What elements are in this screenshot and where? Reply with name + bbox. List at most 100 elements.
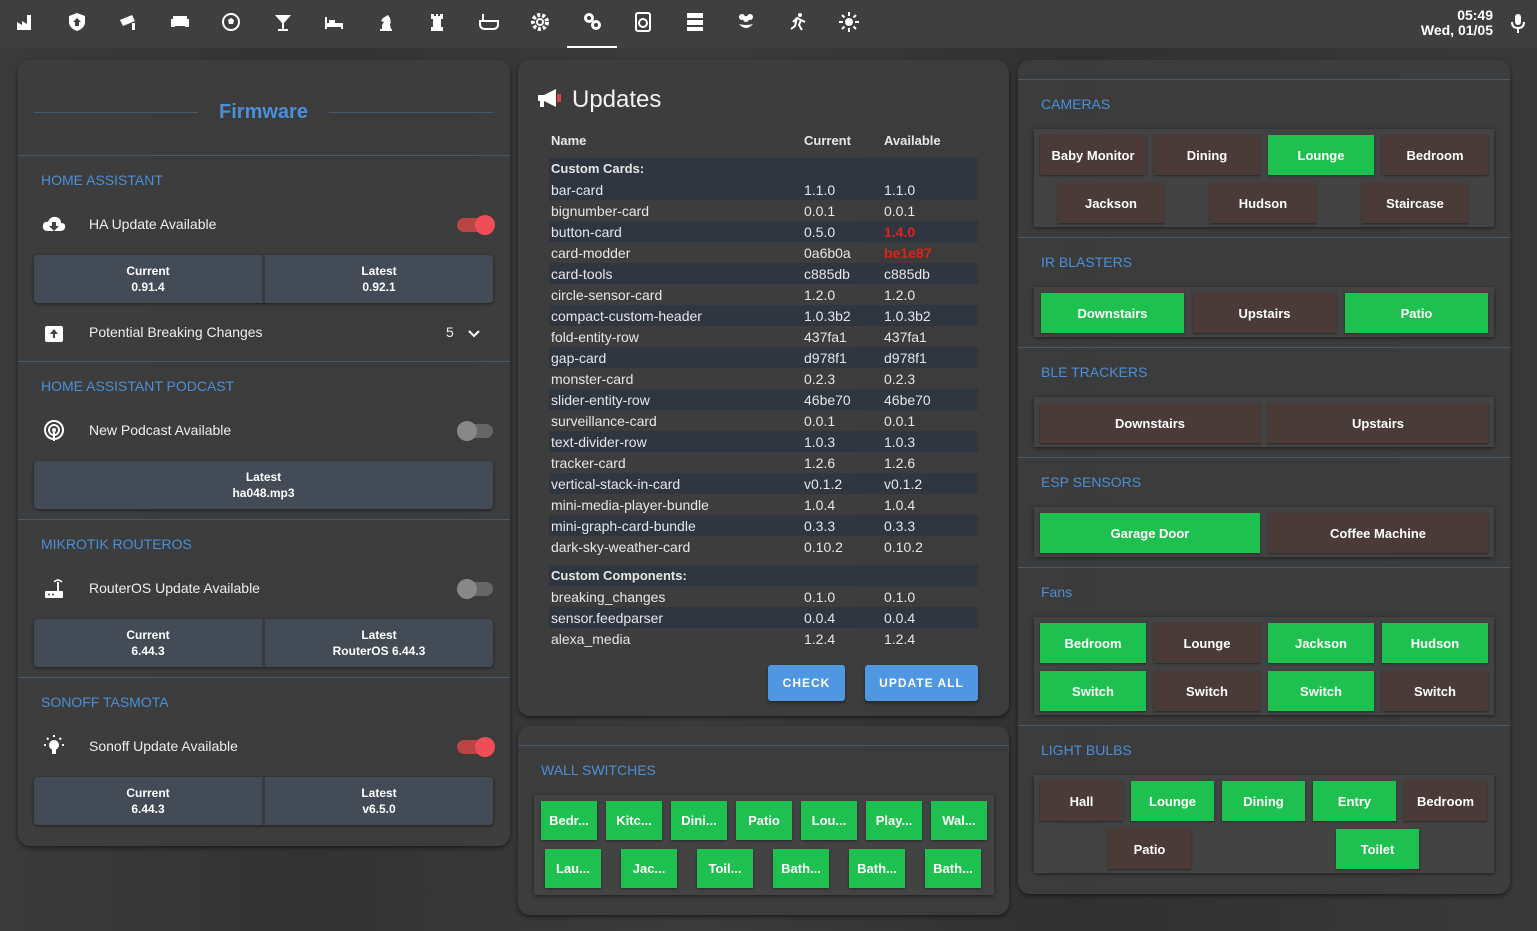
tab-server[interactable] <box>670 0 720 48</box>
table-row: fold-entity-row 437fa1 437fa1 <box>549 326 978 347</box>
fan-room-button[interactable]: Lounge <box>1154 623 1260 663</box>
light-bulb-button[interactable]: Patio <box>1108 829 1191 869</box>
update-all-button[interactable]: UPDATE ALL <box>865 665 978 701</box>
wall-switch-button[interactable]: Bath... <box>773 849 829 888</box>
table-row: mini-graph-card-bundle 0.3.3 0.3.3 <box>549 515 978 536</box>
tab-cogs[interactable] <box>566 0 617 48</box>
tab-sofa[interactable] <box>155 0 205 48</box>
tab-flower[interactable] <box>721 0 771 48</box>
sonoff-label: Sonoff Update Available <box>89 738 238 754</box>
tab-cocktail[interactable] <box>258 0 308 48</box>
camera-button[interactable]: Baby Monitor <box>1040 135 1146 175</box>
wall-switch-button[interactable]: Lou... <box>801 801 857 840</box>
fan-switch-button[interactable]: Switch <box>1040 671 1146 711</box>
tab-cog[interactable] <box>515 0 565 48</box>
row-available: 0.1.0 <box>884 589 916 605</box>
ha-update-toggle[interactable] <box>457 215 495 235</box>
ble-tracker-button[interactable]: Upstairs <box>1268 403 1488 443</box>
fan-switch-button[interactable]: Switch <box>1382 671 1488 711</box>
wall-switch-button[interactable]: Bedr... <box>541 801 597 840</box>
camera-button[interactable]: Dining <box>1154 135 1260 175</box>
fan-room-button[interactable]: Hudson <box>1382 623 1488 663</box>
row-current: 1.0.3 <box>804 434 836 450</box>
header-name: Name <box>551 133 587 148</box>
wall-switch-button[interactable]: Bath... <box>925 849 981 888</box>
light-bulb-button[interactable]: Dining <box>1222 781 1305 821</box>
chevron-down-icon[interactable] <box>467 326 481 344</box>
row-available: 0.0.1 <box>884 203 916 219</box>
cog-icon <box>529 12 551 37</box>
tab-cctv[interactable] <box>103 0 153 48</box>
fan-room-button[interactable]: Jackson <box>1268 623 1374 663</box>
section-title-mikrotik: MIKROTIK ROUTEROS <box>41 536 192 552</box>
tab-run[interactable] <box>773 0 823 48</box>
tab-chess-knight[interactable] <box>361 0 411 48</box>
tab-factory[interactable] <box>0 0 50 48</box>
sonoff-toggle[interactable] <box>457 737 495 757</box>
check-button[interactable]: CHECK <box>768 665 845 701</box>
row-current: 1.0.4 <box>804 497 836 513</box>
tab-soccer[interactable] <box>206 0 256 48</box>
custom-components-heading: Custom Components: <box>549 565 978 586</box>
camera-button[interactable]: Staircase <box>1362 183 1468 223</box>
wall-switch-button[interactable]: Bath... <box>849 849 905 888</box>
esp-sensor-button[interactable]: Coffee Machine <box>1268 513 1488 553</box>
latest-value: ha048.mp3 <box>232 486 295 500</box>
light-bulb-button[interactable]: Bedroom <box>1404 781 1487 821</box>
factory-icon <box>14 12 36 37</box>
tab-bathtub[interactable] <box>464 0 514 48</box>
tab-bed[interactable] <box>309 0 359 48</box>
wall-switch-button[interactable]: Toil... <box>697 849 753 888</box>
soccer-icon <box>220 12 242 37</box>
tab-chess-rook[interactable] <box>412 0 462 48</box>
microphone-icon[interactable] <box>1511 14 1525 39</box>
wall-switch-button[interactable]: Dini... <box>671 801 727 840</box>
row-name: button-card <box>551 224 622 240</box>
camera-button[interactable]: Lounge <box>1268 135 1374 175</box>
row-current: 0.0.1 <box>804 203 836 219</box>
table-row: button-card 0.5.0 1.4.0 <box>549 221 978 242</box>
podcast-toggle[interactable] <box>457 421 493 441</box>
wall-switch-button[interactable]: Play... <box>866 801 922 840</box>
latest-value: v6.5.0 <box>362 802 396 816</box>
breaking-changes-count: 5 <box>446 324 454 340</box>
table-row: sensor.feedparser 0.0.4 0.0.4 <box>549 607 978 628</box>
camera-button[interactable]: Jackson <box>1058 183 1164 223</box>
wall-switch-button[interactable]: Wal... <box>931 801 987 840</box>
ir-blaster-button[interactable]: Downstairs <box>1041 293 1184 333</box>
light-bulb-button[interactable]: Entry <box>1313 781 1396 821</box>
ble-tracker-button[interactable]: Downstairs <box>1040 403 1260 443</box>
wall-switch-button[interactable]: Lau... <box>545 849 601 888</box>
fan-switch-button[interactable]: Switch <box>1154 671 1260 711</box>
section-divider <box>18 677 510 678</box>
fan-room-button[interactable]: Bedroom <box>1040 623 1146 663</box>
esp-sensor-button[interactable]: Garage Door <box>1040 513 1260 553</box>
router-wireless-icon <box>43 578 65 605</box>
ha-update-label: HA Update Available <box>89 216 217 232</box>
wall-switch-button[interactable]: Patio <box>736 801 792 840</box>
wall-switch-button[interactable]: Jac... <box>621 849 677 888</box>
table-row: tracker-card 1.2.6 1.2.6 <box>549 452 978 473</box>
table-row: gap-card d978f1 d978f1 <box>549 347 978 368</box>
breaking-changes-label[interactable]: Potential Breaking Changes <box>89 324 263 340</box>
section-divider <box>1018 237 1510 238</box>
row-current: v0.1.2 <box>804 476 843 492</box>
fan-switch-button[interactable]: Switch <box>1268 671 1374 711</box>
title-divider-right <box>329 112 493 113</box>
podcast-version-info: Latest ha048.mp3 <box>34 461 493 509</box>
routeros-toggle[interactable] <box>457 579 493 599</box>
server-icon <box>684 12 706 37</box>
camera-button[interactable]: Hudson <box>1210 183 1316 223</box>
cloud-download-icon <box>42 214 66 239</box>
camera-button[interactable]: Bedroom <box>1382 135 1488 175</box>
ir-blaster-button[interactable]: Patio <box>1345 293 1488 333</box>
light-bulb-button[interactable]: Lounge <box>1131 781 1214 821</box>
section-divider <box>18 519 510 520</box>
light-bulb-button[interactable]: Toilet <box>1336 829 1419 869</box>
ir-blaster-button[interactable]: Upstairs <box>1193 293 1336 333</box>
tab-shield-home[interactable] <box>52 0 102 48</box>
light-bulb-button[interactable]: Hall <box>1040 781 1123 821</box>
tab-washing-machine[interactable] <box>618 0 668 48</box>
tab-weather-sunny[interactable] <box>824 0 874 48</box>
wall-switch-button[interactable]: Kitc... <box>606 801 662 840</box>
